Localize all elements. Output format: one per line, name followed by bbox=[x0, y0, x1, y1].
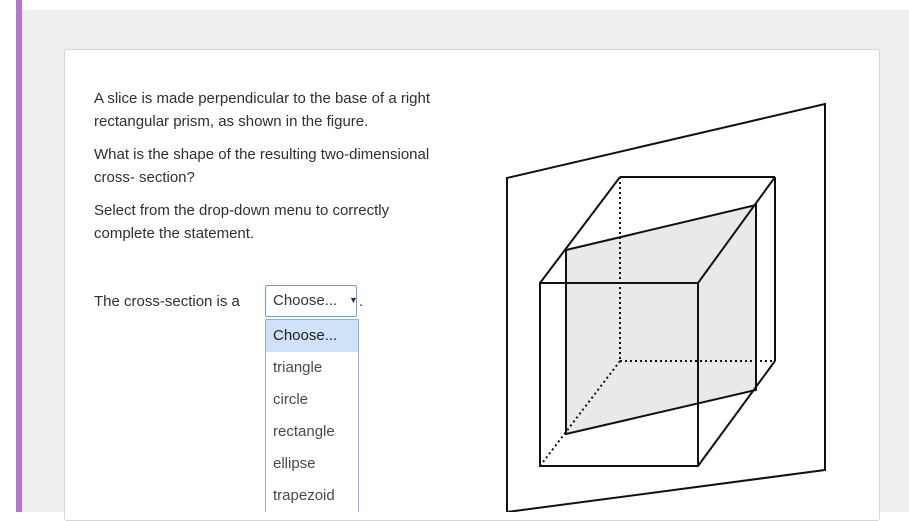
dropdown-option-trapezoid[interactable]: trapezoid bbox=[266, 480, 358, 512]
dropdown-menu[interactable]: Choose... triangle circle rectangle elli… bbox=[265, 319, 359, 512]
dropdown-option-rectangle[interactable]: rectangle bbox=[266, 416, 358, 448]
dropdown-option-ellipse[interactable]: ellipse bbox=[266, 448, 358, 480]
prism-figure bbox=[506, 102, 826, 512]
select-value: Choose... bbox=[273, 292, 338, 309]
caret-down-icon: ▼ bbox=[349, 295, 358, 305]
question-paragraph-3: Select from the drop-down menu to correc… bbox=[94, 202, 390, 242]
question-text: A slice is made perpendicular to the bas… bbox=[94, 87, 454, 255]
question-paragraph-2: What is the shape of the resulting two-d… bbox=[94, 146, 430, 186]
dropdown-option-choose[interactable]: Choose... bbox=[266, 320, 358, 352]
statement-prefix: The cross-section is a bbox=[94, 293, 240, 310]
statement-suffix: . bbox=[359, 293, 364, 310]
cross-section bbox=[565, 203, 757, 436]
question-paragraph-1: A slice is made perpendicular to the bas… bbox=[94, 90, 431, 130]
dropdown-option-circle[interactable]: circle bbox=[266, 384, 358, 416]
cross-section-select[interactable]: Choose... ▼ bbox=[265, 285, 358, 317]
dropdown-option-triangle[interactable]: triangle bbox=[266, 352, 358, 384]
